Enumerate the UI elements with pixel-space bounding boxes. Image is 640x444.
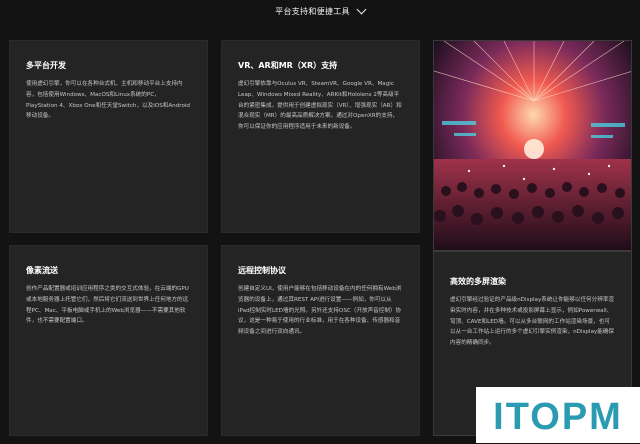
card-title: 远程控制协议 [238, 266, 286, 275]
card-text: 创作产品配置器或培训应用程序之类的交互式体验，在云端的GPU或本地服务器上托管它… [26, 286, 189, 325]
card-pixel-streaming: 像素流送 创作产品配置器或培训应用程序之类的交互式体验，在云端的GPU或本地服务… [9, 245, 208, 436]
svg-text:ITOPM: ITOPM [493, 396, 623, 437]
card-text: 使用虚幻引擎，你可以在各种台式机、主机和移动平台上支持内容，包括使用Window… [26, 81, 190, 120]
section-header[interactable]: 平台支持和便捷工具 [0, 0, 640, 22]
card-title: 像素流送 [26, 266, 58, 275]
event-photo [433, 40, 632, 251]
section-title[interactable]: 平台支持和便捷工具 [275, 6, 350, 17]
chevron-down-icon[interactable] [356, 4, 367, 15]
card-multi-platform: 多平台开发 使用虚幻引擎，你可以在各种台式机、主机和移动平台上支持内容，包括使用… [9, 40, 208, 233]
card-text: 创建自定义UI，使用户能够在包括移动设备在内的任何拥有Web浏览器的设备上，通过… [238, 286, 402, 336]
card-xr-support: VR、AR和MR（XR）支持 虚幻引擎依靠与Oculus VR、SteamVR、… [221, 40, 420, 233]
card-title: 多平台开发 [26, 61, 66, 70]
itopm-wordmark: ITOPM [493, 396, 623, 437]
card-title: 高效的多屏渲染 [450, 277, 506, 286]
card-text: 虚幻引擎依靠与Oculus VR、SteamVR、Google VR、Magic… [238, 81, 402, 131]
page: 平台支持和便捷工具 多平台开发 使用虚幻引擎，你可以在各种台式机、主机和移动平台… [0, 0, 640, 444]
card-remote-control: 远程控制协议 创建自定义UI，使用户能够在包括移动设备在内的任何拥有Web浏览器… [221, 245, 420, 436]
card-text: 虚幻引擎经过验证的产品级nDisplay系统让你能够以任何分辨率渲染实时内容，并… [450, 297, 615, 347]
concert-image [434, 41, 631, 250]
itopm-logo: ITOPM [476, 387, 640, 443]
card-title: VR、AR和MR（XR）支持 [238, 61, 338, 70]
